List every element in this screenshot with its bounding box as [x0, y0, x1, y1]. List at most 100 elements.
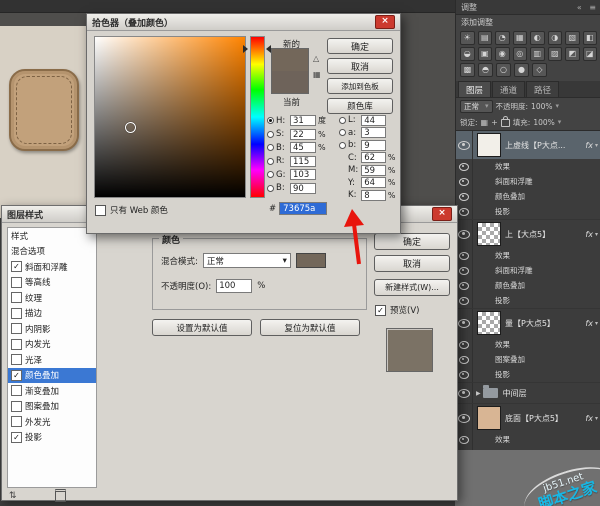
style-list-item[interactable]: ✓ 光泽: [8, 352, 96, 368]
fx-badge[interactable]: fx: [585, 414, 593, 423]
current-color-swatch[interactable]: [272, 71, 308, 93]
radio-button[interactable]: [267, 185, 274, 192]
style-list-item[interactable]: ✓ 内阴影: [8, 321, 96, 337]
fx-collapse-icon[interactable]: ▾: [595, 231, 598, 238]
adjustment-icon[interactable]: ▣: [478, 47, 493, 61]
lock-transparency-icon[interactable]: ▦: [481, 118, 489, 127]
effect-name[interactable]: 斜面和浮雕: [495, 176, 533, 187]
layer-thumbnail[interactable]: [477, 311, 501, 335]
value-input[interactable]: 9: [361, 140, 386, 151]
adjustment-icon[interactable]: ◎: [513, 47, 528, 61]
effect-row[interactable]: 投影: [456, 204, 600, 219]
visibility-toggle[interactable]: [456, 367, 473, 382]
cancel-button[interactable]: 取消: [327, 58, 393, 74]
collapse-panels-icon[interactable]: «: [577, 3, 582, 12]
value-input[interactable]: 59: [361, 165, 386, 176]
close-button[interactable]: ×: [375, 15, 395, 29]
fx-collapse-icon[interactable]: ▾: [595, 415, 598, 422]
style-item-label[interactable]: 等高线: [25, 276, 51, 288]
radio-button[interactable]: [267, 158, 274, 165]
visibility-toggle[interactable]: [456, 352, 473, 367]
layer-row[interactable]: ▶ 底面【P大点5】 fx ▾: [456, 404, 600, 432]
effect-row[interactable]: 斜面和浮雕: [456, 174, 600, 189]
effect-row[interactable]: 效果: [456, 159, 600, 174]
value-input[interactable]: 45: [290, 142, 316, 153]
effect-name[interactable]: 效果: [495, 434, 510, 445]
panel-menu-icon[interactable]: ≡: [589, 3, 596, 12]
effect-name[interactable]: 效果: [495, 161, 510, 172]
hex-input[interactable]: 73675a: [279, 202, 327, 215]
style-checkbox[interactable]: ✓: [11, 416, 22, 427]
style-item-label[interactable]: 描边: [25, 307, 42, 319]
style-item-label[interactable]: 混合选项: [11, 245, 45, 257]
adjustment-icon[interactable]: ◧: [583, 31, 598, 45]
adjustment-icon[interactable]: ▧: [565, 31, 580, 45]
lock-position-icon[interactable]: +: [491, 118, 498, 127]
radio-button[interactable]: [267, 117, 274, 124]
radio-button[interactable]: [267, 131, 274, 138]
style-checkbox[interactable]: ✓: [11, 354, 22, 365]
adjustment-icon[interactable]: ◒: [460, 47, 475, 61]
radio-button[interactable]: [339, 129, 346, 136]
style-list-item[interactable]: ✓ 混合选项: [8, 244, 96, 260]
effect-name[interactable]: 颜色叠加: [495, 280, 525, 291]
value-input[interactable]: 103: [290, 169, 316, 180]
style-list-item[interactable]: ✓ 图案叠加: [8, 399, 96, 415]
adjustment-icon[interactable]: ▨: [548, 47, 563, 61]
visibility-toggle[interactable]: [456, 189, 473, 204]
set-default-button[interactable]: 设置为默认值: [152, 319, 252, 336]
effect-name[interactable]: 颜色叠加: [495, 191, 525, 202]
web-color-icon[interactable]: ▦: [313, 70, 321, 79]
adjustment-icon[interactable]: ▥: [530, 47, 545, 61]
radio-button[interactable]: [267, 171, 274, 178]
effect-name[interactable]: 效果: [495, 339, 510, 350]
effect-row[interactable]: 颜色叠加: [456, 278, 600, 293]
effect-row[interactable]: 效果: [456, 337, 600, 352]
visibility-toggle[interactable]: [456, 404, 473, 432]
panel-tab[interactable]: 图层: [458, 81, 491, 97]
visibility-toggle[interactable]: [456, 309, 473, 337]
layer-row[interactable]: ▶ 上【大点5】 fx ▾: [456, 220, 600, 248]
adjustment-icon[interactable]: ○: [496, 63, 511, 77]
effect-row[interactable]: 斜面和浮雕: [456, 263, 600, 278]
fx-badge[interactable]: fx: [585, 319, 593, 328]
style-item-label[interactable]: 样式: [11, 230, 28, 242]
style-item-label[interactable]: 光泽: [25, 354, 42, 366]
style-list-item[interactable]: ✓ 等高线: [8, 275, 96, 291]
layer-name[interactable]: 上虚线【P大点...: [505, 140, 583, 151]
style-list-item[interactable]: ✓ 投影: [8, 430, 96, 446]
preview-checkbox[interactable]: ✓: [375, 305, 386, 316]
style-checkbox[interactable]: ✓: [11, 401, 22, 412]
hue-slider[interactable]: [250, 36, 265, 198]
style-list-item[interactable]: ✓ 描边: [8, 306, 96, 322]
radio-button[interactable]: [339, 142, 346, 149]
layer-row[interactable]: ▶ 上虚线【P大点... fx ▾: [456, 131, 600, 159]
style-checkbox[interactable]: ✓: [11, 432, 22, 443]
tab-adjustments[interactable]: 调整: [461, 2, 477, 13]
visibility-toggle[interactable]: [456, 383, 473, 403]
style-item-label[interactable]: 内发光: [25, 338, 51, 350]
effect-row[interactable]: 颜色叠加: [456, 189, 600, 204]
new-style-button[interactable]: 新建样式(W)...: [374, 279, 450, 296]
lock-all-icon[interactable]: [501, 119, 510, 127]
effect-row[interactable]: 图案叠加: [456, 352, 600, 367]
layer-thumbnail[interactable]: [477, 222, 501, 246]
layer-thumbnail[interactable]: [477, 406, 501, 430]
style-list-item[interactable]: ✓ 纹理: [8, 290, 96, 306]
value-input[interactable]: 31: [290, 115, 316, 126]
value-input[interactable]: 22: [290, 129, 316, 140]
hue-slider-arrow-left[interactable]: [243, 45, 248, 53]
adjustment-icon[interactable]: ▦: [513, 31, 528, 45]
adjustment-icon[interactable]: ●: [514, 63, 529, 77]
expand-arrow-icon[interactable]: ▶: [476, 390, 481, 397]
ok-button[interactable]: 确定: [327, 38, 393, 54]
style-item-label[interactable]: 颜色叠加: [25, 369, 59, 381]
style-list-item[interactable]: ✓ 样式: [8, 228, 96, 244]
cancel-button[interactable]: 取消: [374, 255, 450, 272]
adjustment-icon[interactable]: ◩: [565, 47, 580, 61]
value-input[interactable]: 90: [290, 183, 316, 194]
dialog-title-bar[interactable]: 拾色器（叠加颜色） ×: [87, 14, 400, 31]
add-to-swatches-button[interactable]: 添加到色板: [327, 78, 393, 94]
visibility-toggle[interactable]: [456, 432, 473, 447]
visibility-toggle[interactable]: [456, 263, 473, 278]
